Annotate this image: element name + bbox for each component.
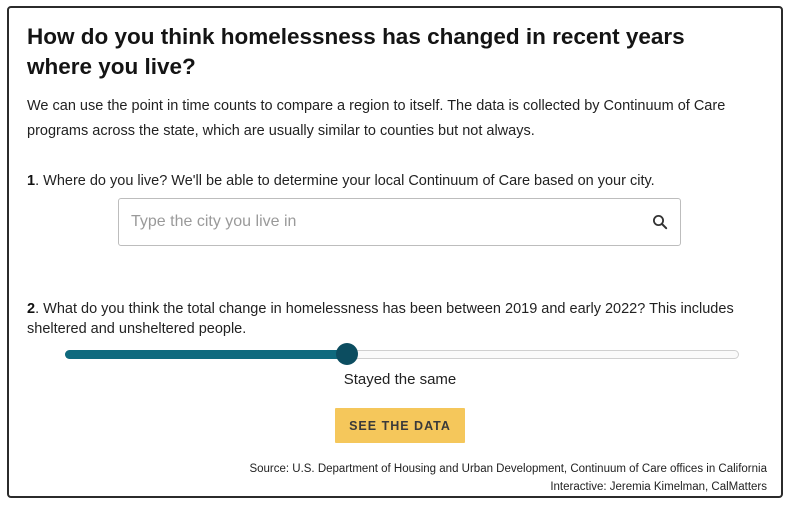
source-text: Source: U.S. Department of Housing and U… [249, 463, 767, 475]
quiz-card: How do you think homelessness has change… [7, 6, 783, 498]
change-slider-fill [65, 350, 347, 359]
change-slider-thumb[interactable] [336, 343, 358, 365]
question-2-number: 2 [27, 301, 36, 317]
slider-value-label: Stayed the same [343, 371, 457, 388]
question-1-text: . Where do you live? We'll be able to de… [35, 173, 655, 189]
intro-text: We can use the point in time counts to c… [27, 98, 726, 139]
question-2-text: . What do you think the total change in … [27, 301, 734, 337]
question-1-number: 1 [27, 173, 36, 189]
question-1: 1. Where do you live? We'll be able to d… [27, 170, 777, 192]
question-2: 2. What do you think the total change in… [27, 299, 777, 339]
source-credits: Source: U.S. Department of Housing and U… [67, 460, 767, 496]
city-search-input[interactable] [119, 199, 629, 245]
search-icon[interactable] [652, 214, 668, 230]
see-the-data-button[interactable]: SEE THE DATA [335, 408, 465, 443]
page-title: How do you think homelessness has change… [27, 24, 685, 79]
city-search-field[interactable] [118, 198, 681, 246]
credit-text: Interactive: Jeremia Kimelman, CalMatter… [550, 481, 767, 493]
